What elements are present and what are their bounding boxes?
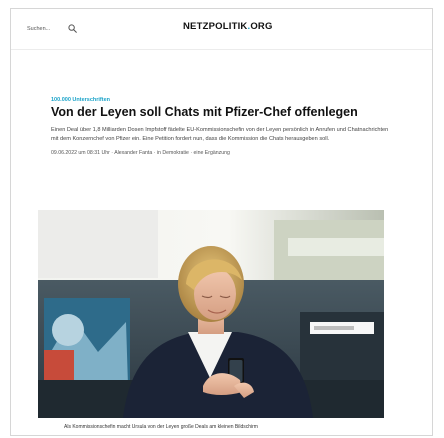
article-author[interactable]: Alexander Fanta <box>114 150 152 156</box>
search-input[interactable]: Suchen... <box>27 26 50 32</box>
article-meta: 09.06.2022 um 08:31 Uhr · Alexander Fant… <box>51 150 391 156</box>
article-teaser: Einen Deal über 1,8 Milliarden Dosen Imp… <box>51 127 389 142</box>
article-date: 09.06.2022 um 08:31 Uhr <box>51 150 110 157</box>
logo-tld: ORG <box>250 21 273 32</box>
article-category[interactable]: in Demokratie <box>157 150 189 156</box>
image-caption: Als Kommissionschefin macht Ursula von d… <box>64 424 258 430</box>
site-logo[interactable]: NETZPOLITIK.ORG <box>183 21 273 32</box>
article-headline: Von der Leyen soll Chats mit Pfizer-Chef… <box>51 105 358 119</box>
article-header: 100.000 Unterschriften Von der Leyen sol… <box>51 97 391 156</box>
site-header: Suchen... NETZPOLITIK.ORG <box>11 9 432 50</box>
article-kicker[interactable]: 100.000 Unterschriften <box>51 97 391 103</box>
logo-main: NETZPOLITIK <box>183 21 248 32</box>
article-hero-image <box>38 210 384 418</box>
article-comments-link[interactable]: eine Ergänzung <box>194 150 230 156</box>
search-icon[interactable] <box>68 24 78 33</box>
search-bar[interactable]: Suchen... <box>27 24 78 33</box>
